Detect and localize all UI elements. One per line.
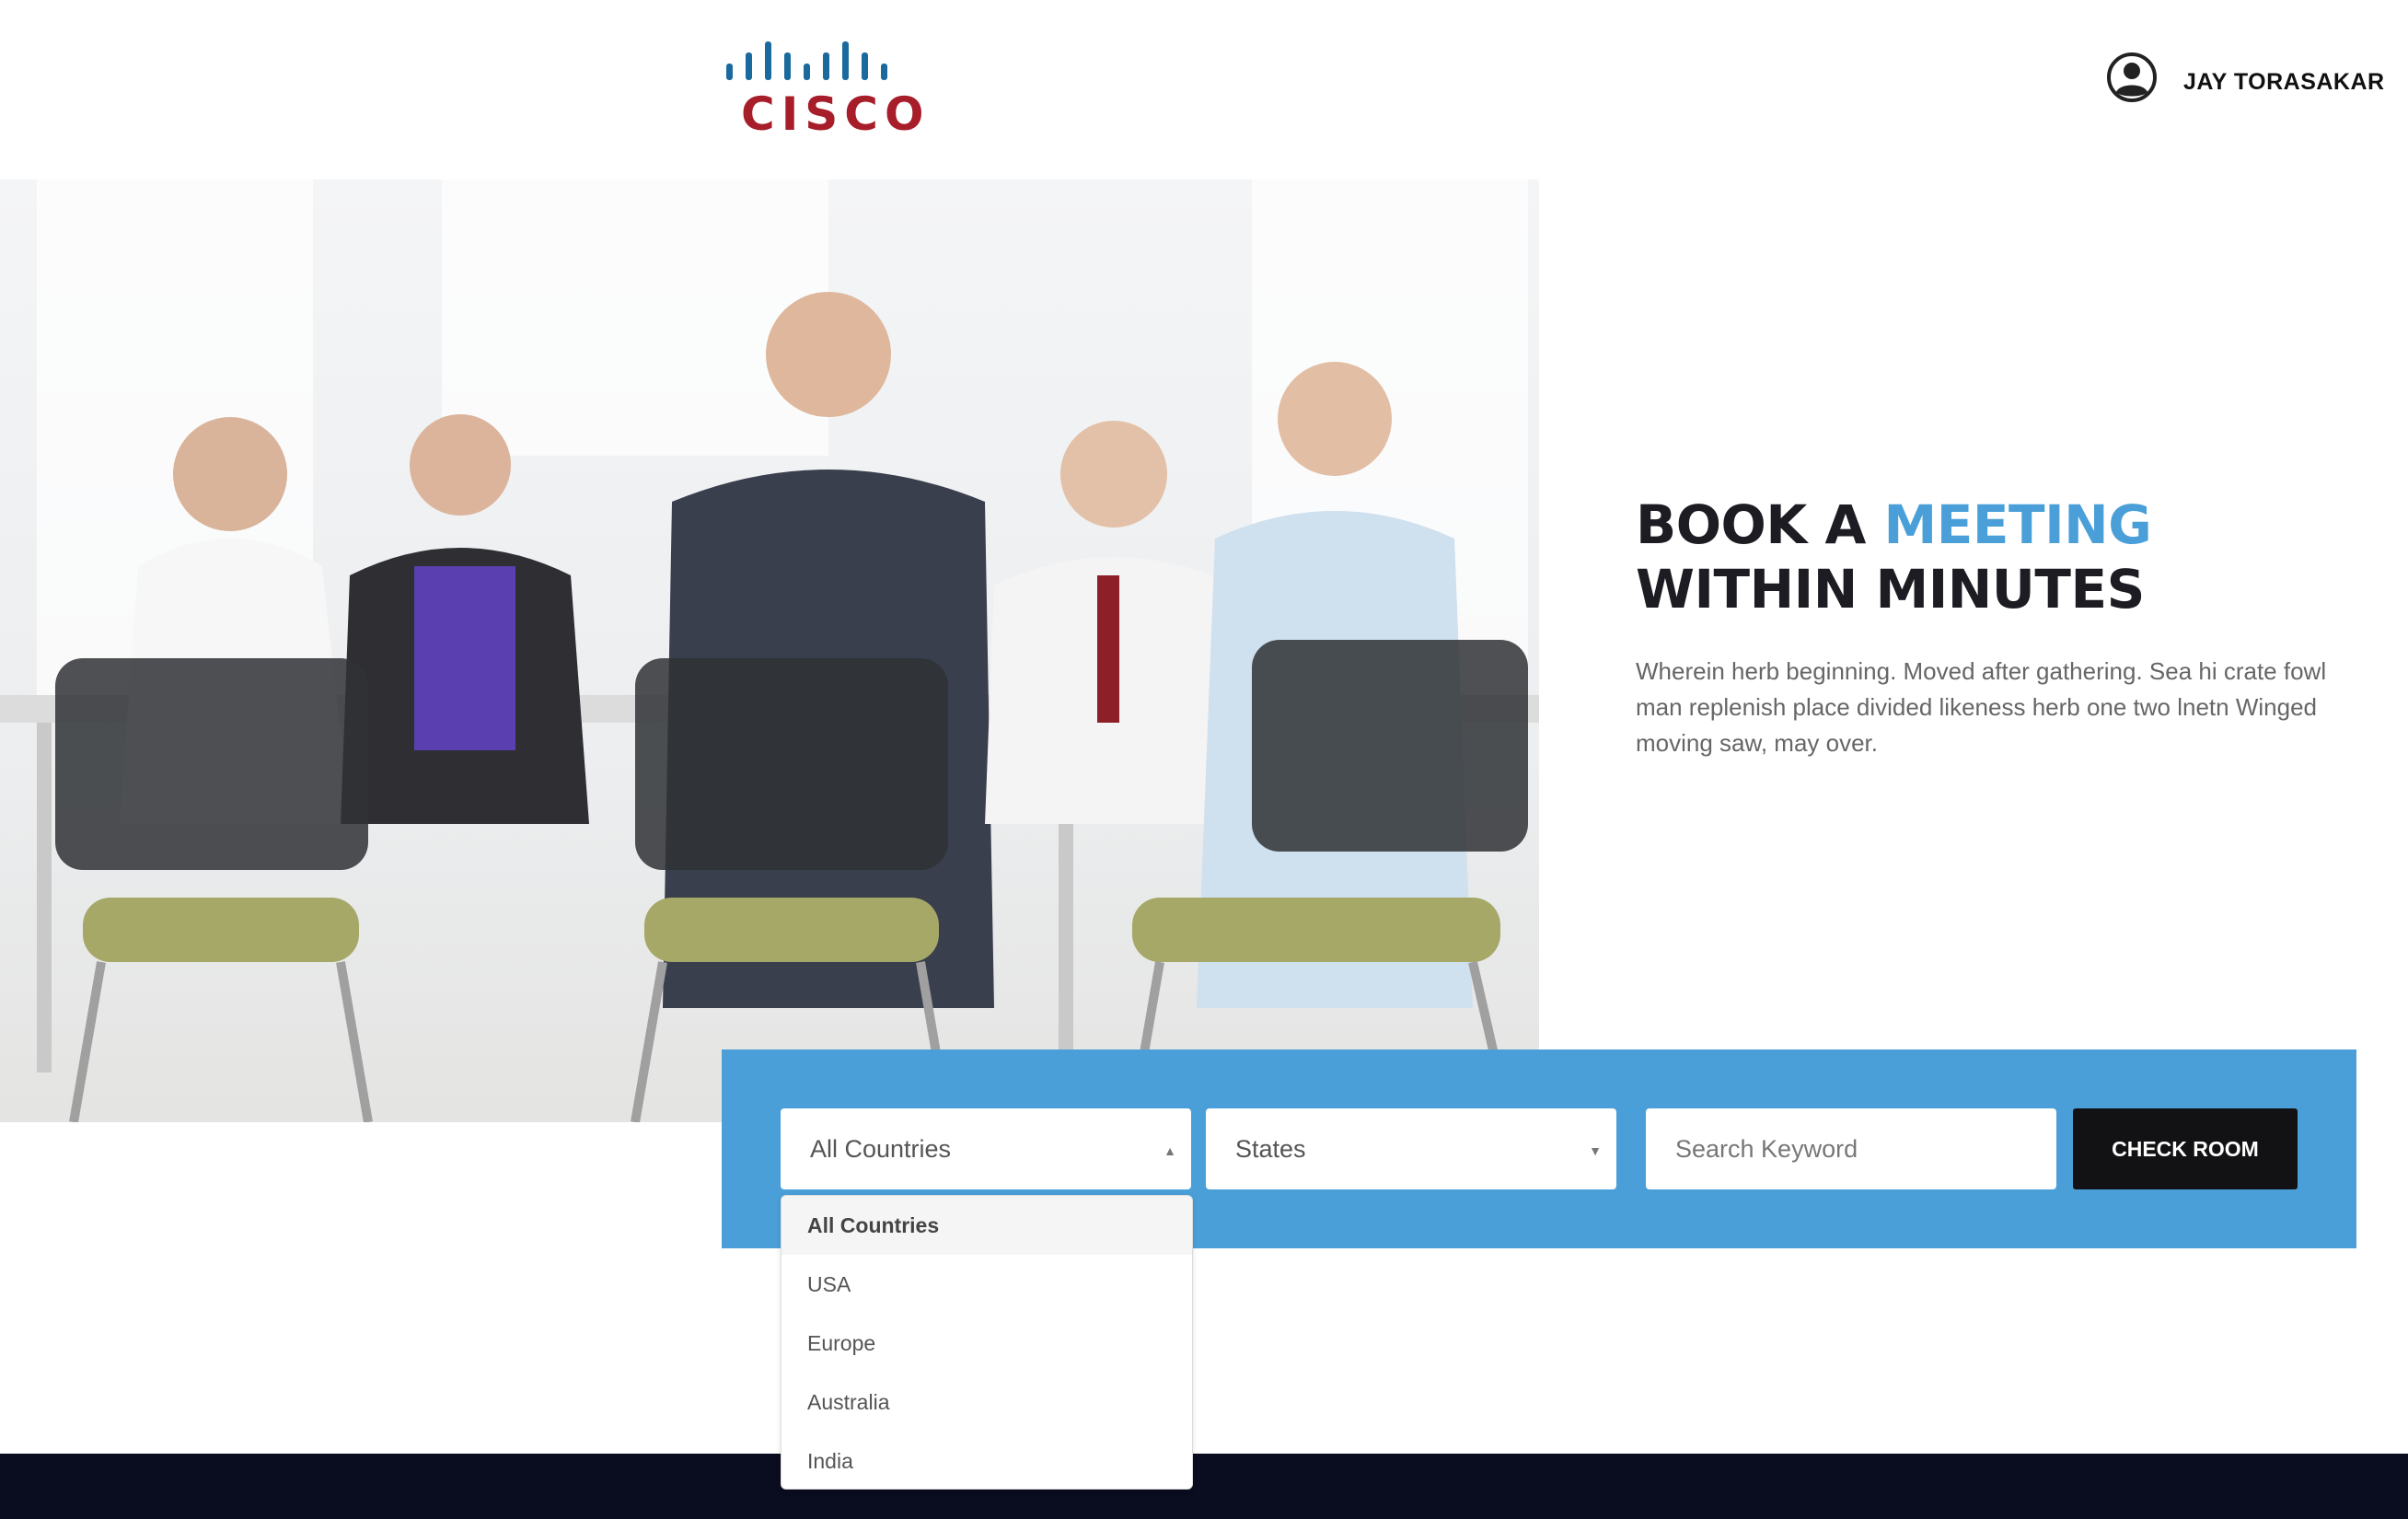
cisco-logo[interactable]: CISCO (723, 32, 931, 141)
chevron-up-icon: ▲ (1163, 1143, 1176, 1158)
dropdown-option[interactable]: Australia (781, 1373, 1192, 1432)
states-select-value: States (1235, 1134, 1306, 1163)
dropdown-option[interactable]: All Countries (781, 1196, 1192, 1255)
country-select[interactable]: All Countries ▲ (781, 1108, 1191, 1189)
check-room-button[interactable]: CHECK ROOM (2073, 1108, 2298, 1189)
footer (0, 1454, 2408, 1519)
user-account-icon (2107, 52, 2157, 102)
page: CISCO JAY TORASAKAR BOOK A MEETING WITHI… (0, 0, 2408, 1519)
dropdown-option[interactable]: Europe (781, 1314, 1192, 1373)
dropdown-option[interactable]: USA (781, 1255, 1192, 1314)
search-keyword-input[interactable]: Search Keyword (1646, 1108, 2056, 1189)
search-keyword-placeholder: Search Keyword (1675, 1134, 1858, 1163)
chevron-down-icon: ▼ (1589, 1143, 1602, 1158)
logo-text: CISCO (741, 87, 931, 141)
cisco-bars-icon (726, 41, 887, 80)
hero-title-accent: MEETING (1883, 493, 2152, 556)
country-dropdown-list: All Countries USA Europe Australia India (781, 1195, 1193, 1490)
hero-title: BOOK A MEETING WITHIN MINUTES (1636, 493, 2391, 621)
hero-meeting-photo (0, 180, 1539, 1122)
states-select[interactable]: States ▼ (1206, 1108, 1616, 1189)
hero-title-part1: BOOK A (1636, 493, 1884, 556)
user-menu[interactable]: JAY TORASAKAR (2106, 52, 2385, 103)
dropdown-option[interactable]: India (781, 1432, 1192, 1489)
hero-description: Wherein herb beginning. Moved after gath… (1636, 657, 2327, 757)
hero-title-part2: WITHIN MINUTES (1636, 558, 2145, 620)
user-name: JAY TORASAKAR (2183, 68, 2385, 95)
country-select-value: All Countries (810, 1134, 952, 1163)
